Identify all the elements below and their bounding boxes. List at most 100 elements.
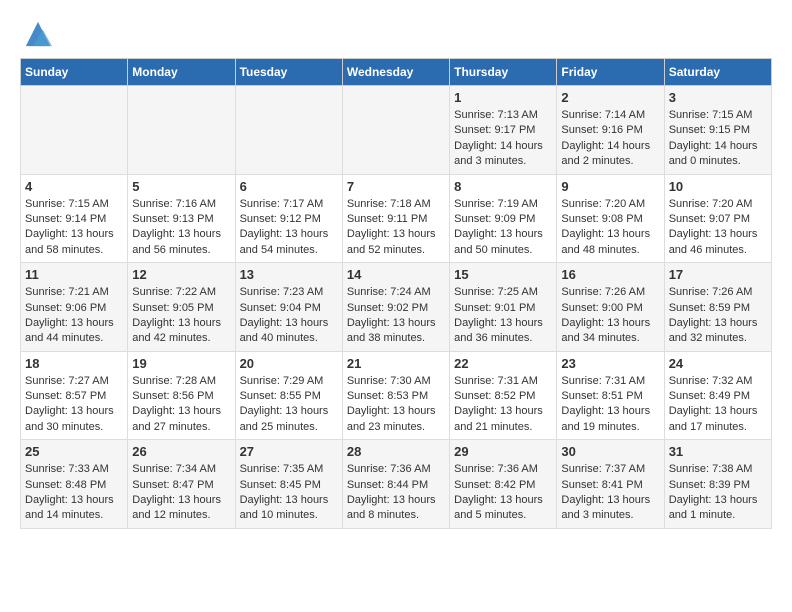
day-info: Sunrise: 7:20 AMSunset: 9:08 PMDaylight:…	[561, 197, 659, 259]
day-cell: 23 Sunrise: 7:31 AMSunset: 8:51 PMDayligh…	[557, 351, 664, 440]
day-info: Sunrise: 7:36 AMSunset: 8:42 PMDaylight:…	[454, 462, 552, 524]
day-cell: 18Sunrise: 7:27 AMSunset: 8:57 PMDayligh…	[21, 351, 128, 440]
day-number: 12	[132, 267, 230, 282]
header-cell-sunday: Sunday	[21, 59, 128, 86]
day-info: Sunrise: 7:37 AMSunset: 8:41 PMDaylight:…	[561, 462, 659, 524]
day-number: 5	[132, 179, 230, 194]
day-cell: 13 Sunrise: 7:23 AMSunset: 9:04 PMDayligh…	[235, 263, 342, 352]
day-cell	[128, 86, 235, 175]
day-cell: 6Sunrise: 7:17 AMSunset: 9:12 PMDaylight…	[235, 174, 342, 263]
day-info: Sunrise: 7:34 AMSunset: 8:47 PMDaylight:…	[132, 462, 230, 524]
week-row-4: 18Sunrise: 7:27 AMSunset: 8:57 PMDayligh…	[21, 351, 772, 440]
day-cell: 15 Sunrise: 7:25 AMSunset: 9:01 PMDayligh…	[450, 263, 557, 352]
day-cell: 16Sunrise: 7:26 AMSunset: 9:00 PMDayligh…	[557, 263, 664, 352]
day-cell: 24 Sunrise: 7:32 AMSunset: 8:49 PMDayligh…	[664, 351, 771, 440]
day-info: Sunrise: 7:24 AMSunset: 9:02 PMDaylight:…	[347, 285, 445, 347]
day-info: Sunrise: 7:35 AMSunset: 8:45 PMDaylight:…	[240, 462, 338, 524]
day-info: Sunrise: 7:19 AMSunset: 9:09 PMDaylight:…	[454, 197, 552, 259]
day-number: 8	[454, 179, 552, 194]
day-cell: 19 Sunrise: 7:28 AMSunset: 8:56 PMDayligh…	[128, 351, 235, 440]
day-info: Sunrise: 7:27 AMSunset: 8:57 PMDaylight:…	[25, 374, 123, 436]
day-cell: 22Sunrise: 7:31 AMSunset: 8:52 PMDayligh…	[450, 351, 557, 440]
day-number: 23	[561, 356, 659, 371]
day-number: 1	[454, 90, 552, 105]
header	[20, 20, 772, 48]
day-number: 31	[669, 444, 767, 459]
day-cell: 8 Sunrise: 7:19 AMSunset: 9:09 PMDaylight…	[450, 174, 557, 263]
day-number: 2	[561, 90, 659, 105]
header-cell-thursday: Thursday	[450, 59, 557, 86]
day-number: 24	[669, 356, 767, 371]
day-number: 25	[25, 444, 123, 459]
day-number: 10	[669, 179, 767, 194]
day-info: Sunrise: 7:29 AMSunset: 8:55 PMDaylight:…	[240, 374, 338, 436]
day-info: Sunrise: 7:31 AMSunset: 8:51 PMDaylight:…	[561, 374, 659, 436]
day-info: Sunrise: 7:13 AMSunset: 9:17 PMDaylight:…	[454, 108, 552, 170]
day-number: 6	[240, 179, 338, 194]
day-info: Sunrise: 7:16 AMSunset: 9:13 PMDaylight:…	[132, 197, 230, 259]
day-info: Sunrise: 7:33 AMSunset: 8:48 PMDaylight:…	[25, 462, 123, 524]
day-number: 15	[454, 267, 552, 282]
day-cell: 30Sunrise: 7:37 AMSunset: 8:41 PMDayligh…	[557, 440, 664, 529]
day-cell: 26Sunrise: 7:34 AMSunset: 8:47 PMDayligh…	[128, 440, 235, 529]
day-info: Sunrise: 7:18 AMSunset: 9:11 PMDaylight:…	[347, 197, 445, 259]
day-number: 14	[347, 267, 445, 282]
day-info: Sunrise: 7:25 AMSunset: 9:01 PMDaylight:…	[454, 285, 552, 347]
header-cell-tuesday: Tuesday	[235, 59, 342, 86]
day-info: Sunrise: 7:32 AMSunset: 8:49 PMDaylight:…	[669, 374, 767, 436]
day-cell: 7 Sunrise: 7:18 AMSunset: 9:11 PMDaylight…	[342, 174, 449, 263]
day-number: 29	[454, 444, 552, 459]
day-info: Sunrise: 7:20 AMSunset: 9:07 PMDaylight:…	[669, 197, 767, 259]
day-cell: 21Sunrise: 7:30 AMSunset: 8:53 PMDayligh…	[342, 351, 449, 440]
day-info: Sunrise: 7:28 AMSunset: 8:56 PMDaylight:…	[132, 374, 230, 436]
day-number: 22	[454, 356, 552, 371]
day-number: 4	[25, 179, 123, 194]
header-cell-monday: Monday	[128, 59, 235, 86]
day-cell: 11Sunrise: 7:21 AMSunset: 9:06 PMDayligh…	[21, 263, 128, 352]
day-cell: 1 Sunrise: 7:13 AMSunset: 9:17 PMDaylight…	[450, 86, 557, 175]
day-info: Sunrise: 7:26 AMSunset: 9:00 PMDaylight:…	[561, 285, 659, 347]
day-cell: 29 Sunrise: 7:36 AMSunset: 8:42 PMDayligh…	[450, 440, 557, 529]
day-cell: 20 Sunrise: 7:29 AMSunset: 8:55 PMDayligh…	[235, 351, 342, 440]
day-cell: 17Sunrise: 7:26 AMSunset: 8:59 PMDayligh…	[664, 263, 771, 352]
logo-icon	[24, 20, 52, 48]
week-row-1: 1 Sunrise: 7:13 AMSunset: 9:17 PMDaylight…	[21, 86, 772, 175]
calendar-table: SundayMondayTuesdayWednesdayThursdayFrid…	[20, 58, 772, 529]
day-cell: 25 Sunrise: 7:33 AMSunset: 8:48 PMDayligh…	[21, 440, 128, 529]
day-info: Sunrise: 7:14 AMSunset: 9:16 PMDaylight:…	[561, 108, 659, 170]
day-info: Sunrise: 7:23 AMSunset: 9:04 PMDaylight:…	[240, 285, 338, 347]
day-cell: 4 Sunrise: 7:15 AMSunset: 9:14 PMDaylight…	[21, 174, 128, 263]
day-number: 13	[240, 267, 338, 282]
header-cell-wednesday: Wednesday	[342, 59, 449, 86]
day-number: 9	[561, 179, 659, 194]
day-cell: 10 Sunrise: 7:20 AMSunset: 9:07 PMDayligh…	[664, 174, 771, 263]
day-number: 17	[669, 267, 767, 282]
day-number: 20	[240, 356, 338, 371]
day-number: 11	[25, 267, 123, 282]
day-number: 27	[240, 444, 338, 459]
week-row-2: 4 Sunrise: 7:15 AMSunset: 9:14 PMDaylight…	[21, 174, 772, 263]
day-info: Sunrise: 7:15 AMSunset: 9:15 PMDaylight:…	[669, 108, 767, 170]
day-number: 3	[669, 90, 767, 105]
logo	[20, 20, 52, 48]
day-number: 7	[347, 179, 445, 194]
week-row-5: 25 Sunrise: 7:33 AMSunset: 8:48 PMDayligh…	[21, 440, 772, 529]
day-cell: 12 Sunrise: 7:22 AMSunset: 9:05 PMDayligh…	[128, 263, 235, 352]
day-cell	[235, 86, 342, 175]
day-cell	[342, 86, 449, 175]
day-number: 28	[347, 444, 445, 459]
day-cell: 2 Sunrise: 7:14 AMSunset: 9:16 PMDaylight…	[557, 86, 664, 175]
header-cell-friday: Friday	[557, 59, 664, 86]
day-info: Sunrise: 7:36 AMSunset: 8:44 PMDaylight:…	[347, 462, 445, 524]
header-cell-saturday: Saturday	[664, 59, 771, 86]
day-cell	[21, 86, 128, 175]
day-cell: 27 Sunrise: 7:35 AMSunset: 8:45 PMDayligh…	[235, 440, 342, 529]
day-cell: 14 Sunrise: 7:24 AMSunset: 9:02 PMDayligh…	[342, 263, 449, 352]
week-row-3: 11Sunrise: 7:21 AMSunset: 9:06 PMDayligh…	[21, 263, 772, 352]
day-info: Sunrise: 7:30 AMSunset: 8:53 PMDaylight:…	[347, 374, 445, 436]
day-cell: 3 Sunrise: 7:15 AMSunset: 9:15 PMDaylight…	[664, 86, 771, 175]
day-info: Sunrise: 7:22 AMSunset: 9:05 PMDaylight:…	[132, 285, 230, 347]
day-number: 19	[132, 356, 230, 371]
day-cell: 9 Sunrise: 7:20 AMSunset: 9:08 PMDaylight…	[557, 174, 664, 263]
day-info: Sunrise: 7:15 AMSunset: 9:14 PMDaylight:…	[25, 197, 123, 259]
